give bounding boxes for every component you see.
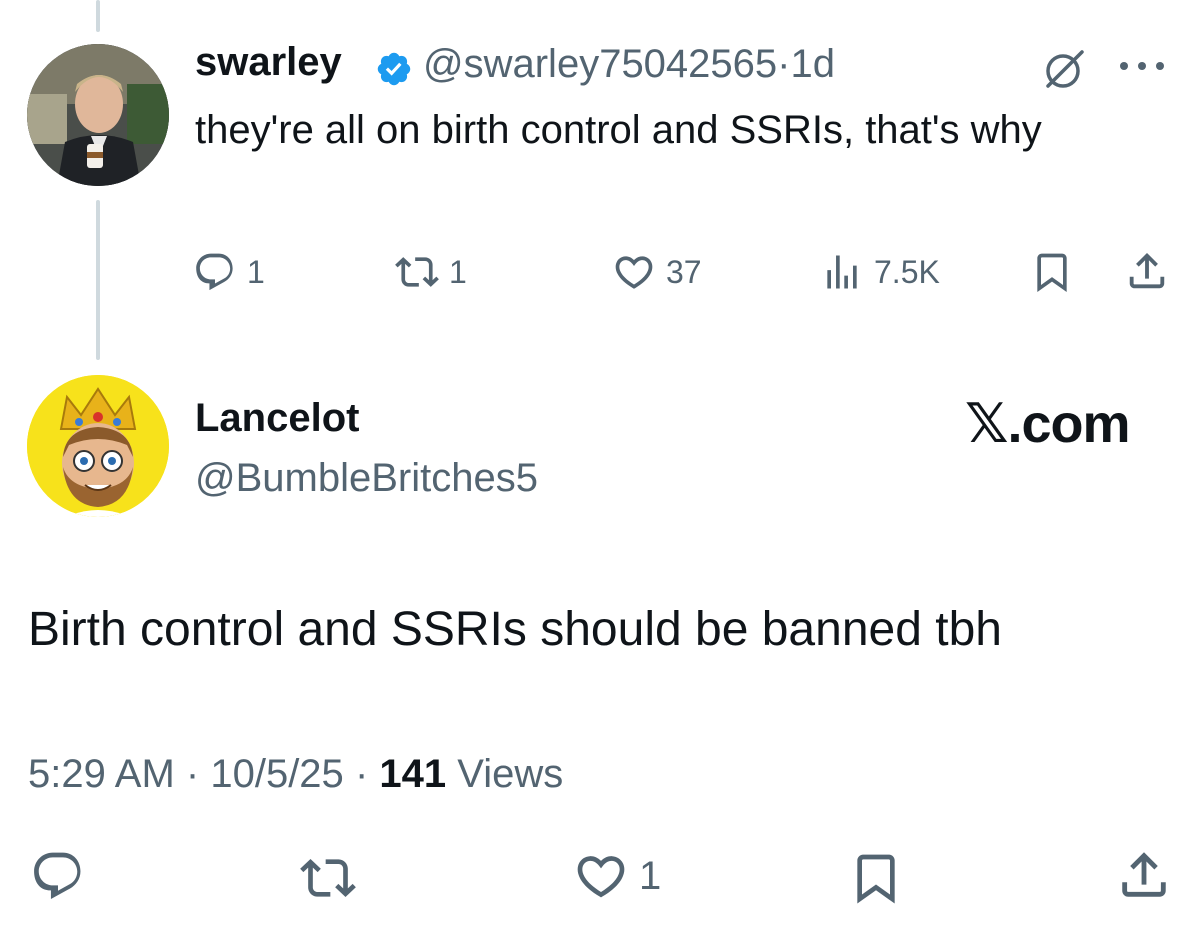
avatar-lancelot[interactable] (27, 375, 169, 517)
display-name[interactable]: Lancelot (195, 396, 359, 441)
x-logo-brand: 𝕏.com (965, 394, 1131, 454)
verified-badge-icon (375, 50, 413, 88)
like-button[interactable]: 37 (612, 250, 702, 294)
retweet-icon (395, 257, 439, 287)
share-icon (1129, 252, 1165, 289)
thread-connector-line (96, 0, 100, 32)
separator: · (185, 752, 200, 796)
tweet-text: Birth control and SSRIs should be banned… (28, 603, 1002, 656)
share-button[interactable] (1124, 248, 1170, 294)
thread-connector-line (96, 200, 100, 360)
like-count: 1 (639, 853, 662, 898)
grok-icon[interactable] (1042, 48, 1086, 92)
handle[interactable]: @BumbleBritches5 (195, 456, 538, 501)
reply-count: 1 (247, 253, 265, 290)
retweet-count: 1 (449, 253, 467, 290)
time-ago[interactable]: 1d (791, 42, 836, 86)
views-icon (827, 255, 857, 289)
separator: · (354, 752, 369, 796)
handle[interactable]: @swarley75042565 (423, 42, 777, 86)
reply-button[interactable] (30, 848, 86, 904)
like-button[interactable]: 1 (573, 848, 661, 904)
share-button[interactable] (1115, 846, 1173, 904)
like-icon (577, 856, 625, 898)
tweet-date[interactable]: 10/5/25 (210, 752, 343, 796)
reply-button[interactable]: 1 (193, 250, 265, 294)
views-label: Views (457, 752, 564, 796)
bookmark-button[interactable] (1030, 250, 1074, 294)
bookmark-button[interactable] (848, 850, 904, 906)
reply-icon (34, 852, 81, 900)
tweet-metadata: 5:29 AM · 10/5/25 · 141 Views (28, 752, 563, 797)
retweet-button[interactable] (300, 850, 356, 906)
views-button[interactable]: 7.5K (820, 250, 940, 294)
views-count: 141 (379, 752, 447, 796)
display-name[interactable]: swarley (195, 40, 342, 85)
bookmark-icon (1037, 253, 1067, 293)
separator: · (777, 42, 791, 86)
like-count: 37 (666, 253, 702, 290)
bookmark-icon (857, 854, 895, 904)
avatar-swarley[interactable] (27, 44, 169, 186)
views-count: 7.5K (874, 253, 940, 290)
reply-icon (196, 253, 233, 291)
more-icon[interactable] (1112, 56, 1172, 76)
tweet-text: they're all on birth control and SSRIs, … (195, 108, 1042, 152)
retweet-button[interactable]: 1 (395, 250, 467, 294)
handle-and-time: @swarley75042565·1d (423, 42, 835, 87)
retweet-icon (300, 859, 356, 897)
like-icon (615, 256, 653, 289)
share-icon (1122, 852, 1166, 897)
tweet-time[interactable]: 5:29 AM (28, 752, 175, 796)
